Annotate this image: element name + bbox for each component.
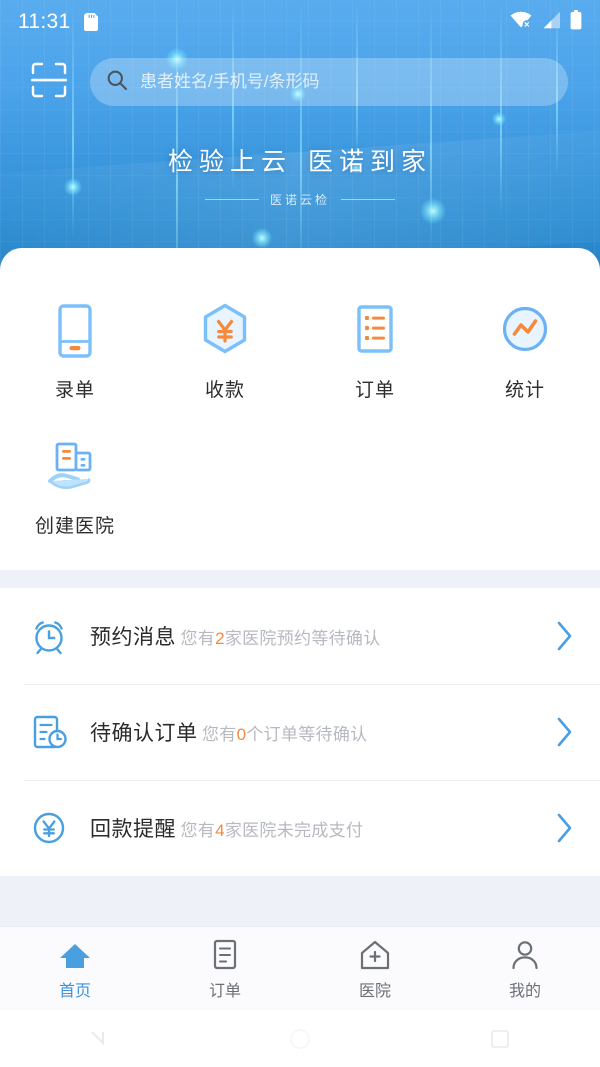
notice-text: 预约消息 您有2家医院预约等待确认 [90, 621, 556, 651]
quick-actions-card: 录单 收款 订单 统计 创建医院 [0, 248, 600, 584]
notice-count: 4 [215, 821, 225, 840]
tab-home[interactable]: 首页 [0, 927, 150, 1010]
tab-label: 我的 [508, 982, 541, 1000]
notice-desc-before: 您有 [180, 629, 216, 648]
tab-hospital[interactable]: 医院 [300, 927, 450, 1010]
person-icon [509, 937, 541, 971]
status-bar-clock: 11:31 [18, 10, 71, 33]
quick-action-label: 创建医院 [34, 516, 115, 537]
statistics-chart-icon [496, 300, 554, 362]
quick-actions-grid: 录单 收款 订单 统计 创建医院 [0, 286, 600, 558]
sd-card-icon [83, 13, 98, 31]
notice-count: 2 [215, 629, 225, 648]
tab-orders[interactable]: 订单 [150, 927, 300, 1010]
notice-text: 回款提醒 您有4家医院未完成支付 [90, 813, 556, 843]
chevron-right-icon[interactable] [556, 716, 574, 748]
tab-profile[interactable]: 我的 [450, 927, 600, 1010]
notice-title: 待确认订单 [90, 722, 198, 745]
search-icon [106, 69, 128, 96]
scan-qr-icon [28, 59, 70, 106]
app-screen: 11:31 患者姓名/手机号/条形码 检验上云 医诺到家 医诺云检 录单 收款 … [0, 0, 600, 1067]
notice-desc-before: 您有 [180, 821, 216, 840]
document-clock-icon [24, 712, 74, 752]
search-row [0, 58, 600, 106]
quick-action-label: 收款 [204, 380, 245, 401]
quick-action-payment[interactable]: 收款 [150, 286, 300, 422]
notice-description: 您有0个订单等待确认 [202, 725, 367, 744]
yuan-circle-icon [24, 808, 74, 848]
banner-subtitle-row: 医诺云检 [0, 191, 600, 208]
quick-action-orders[interactable]: 订单 [300, 286, 450, 422]
quick-action-create-hospital[interactable]: 创建医院 [0, 422, 150, 558]
notice-description: 您有2家医院预约等待确认 [180, 629, 380, 648]
search-input[interactable] [140, 58, 552, 106]
quick-action-order-entry[interactable]: 录单 [0, 286, 150, 422]
notice-desc-after: 个订单等待确认 [246, 725, 368, 744]
banner-subtitle: 医诺云检 [269, 193, 330, 207]
notice-title: 回款提醒 [90, 818, 176, 841]
bottom-filler [0, 876, 600, 926]
create-hospital-icon [44, 436, 106, 498]
home-icon [58, 937, 92, 971]
notice-count: 0 [236, 725, 247, 744]
signal-bars-icon [541, 11, 561, 34]
order-list-icon [347, 300, 403, 362]
bottom-tab-bar: 首页 订单 医院 我的 [0, 926, 600, 1010]
banner-text-block: 检验上云 医诺到家 医诺云检 [0, 142, 600, 208]
chevron-right-icon[interactable] [556, 620, 574, 652]
payment-hexagon-yuan-icon [196, 300, 254, 362]
nav-recents-icon[interactable] [400, 1010, 600, 1067]
wifi-off-icon [510, 11, 532, 34]
notice-title: 预约消息 [90, 626, 176, 649]
hospital-icon [358, 937, 392, 971]
system-navigation-bar [0, 1010, 600, 1067]
notice-list: 预约消息 您有2家医院预约等待确认 待确认订单 您有0个订单等待确认 回款提醒 … [0, 588, 600, 876]
status-bar: 11:31 [0, 0, 600, 44]
alarm-clock-icon [24, 616, 74, 656]
banner-title-left: 检验上云 [167, 148, 292, 176]
scan-qr-button[interactable] [26, 59, 72, 105]
search-bar[interactable] [90, 58, 568, 106]
tab-label: 订单 [208, 982, 241, 1000]
notice-desc-after: 家医院预约等待确认 [224, 629, 381, 648]
banner-title-right: 医诺到家 [308, 148, 433, 176]
notice-desc-before: 您有 [201, 725, 237, 744]
order-entry-icon [47, 300, 103, 362]
nav-home-icon[interactable] [200, 1010, 400, 1067]
notice-description: 您有4家医院未完成支付 [180, 821, 363, 840]
quick-action-statistics[interactable]: 统计 [450, 286, 600, 422]
quick-action-label: 统计 [504, 380, 545, 401]
tab-label: 首页 [58, 982, 91, 1000]
nav-back-icon[interactable] [0, 1010, 200, 1067]
quick-action-label: 录单 [54, 380, 95, 401]
section-divider [0, 570, 600, 588]
document-icon [210, 937, 240, 971]
notice-text: 待确认订单 您有0个订单等待确认 [90, 717, 556, 747]
notice-payment-reminder[interactable]: 回款提醒 您有4家医院未完成支付 [0, 780, 600, 876]
status-bar-indicators [510, 9, 582, 35]
notice-appointment-messages[interactable]: 预约消息 您有2家医院预约等待确认 [0, 588, 600, 684]
banner-rule-left [204, 199, 259, 200]
banner-rule-right [341, 199, 395, 200]
battery-full-icon [570, 9, 582, 35]
notice-pending-orders[interactable]: 待确认订单 您有0个订单等待确认 [0, 684, 600, 780]
quick-action-label: 订单 [354, 380, 395, 401]
notice-desc-after: 家医院未完成支付 [224, 821, 364, 840]
tab-label: 医院 [358, 982, 391, 1000]
chevron-right-icon[interactable] [556, 812, 574, 844]
banner-title: 检验上云 医诺到家 [0, 142, 600, 178]
